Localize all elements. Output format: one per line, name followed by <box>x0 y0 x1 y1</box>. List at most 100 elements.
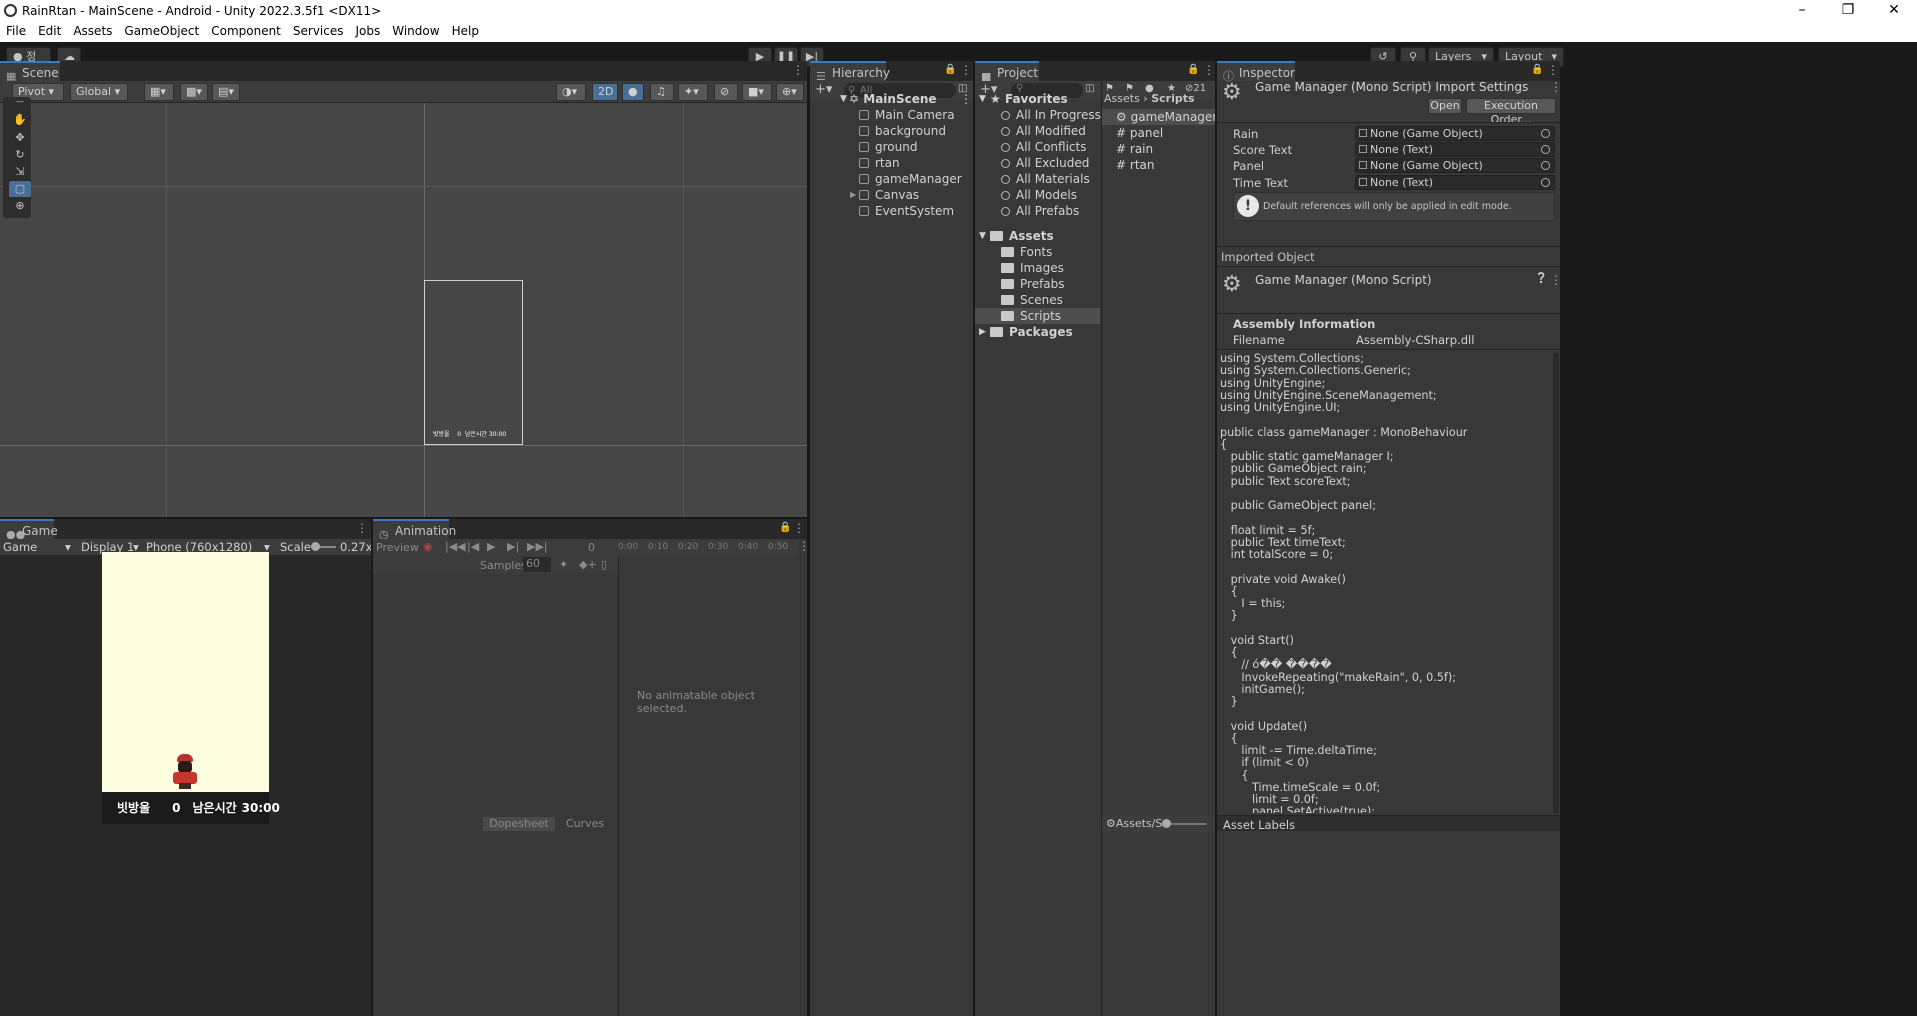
folder-item[interactable]: Images <box>975 260 1100 276</box>
samples-field[interactable]: 60 <box>523 557 551 572</box>
prev-key-icon[interactable]: |◀ <box>467 540 479 553</box>
transform-tool-icon[interactable]: ⊕ <box>9 198 31 214</box>
menu-services[interactable]: Services <box>287 22 350 38</box>
folder-item[interactable]: Prefabs <box>975 276 1100 292</box>
scale-slider-thumb[interactable] <box>311 542 320 551</box>
favorite-item[interactable]: All Excluded <box>975 155 1100 171</box>
rotate-tool-icon[interactable]: ↻ <box>9 147 31 163</box>
move-tool-icon[interactable]: ✥ <box>9 130 31 146</box>
drag-handle-icon[interactable]: — <box>9 98 31 106</box>
hierarchy-item[interactable]: ground <box>810 139 973 155</box>
lock-icon[interactable]: 🔒 <box>1187 64 1199 75</box>
lock-icon[interactable]: 🔒 <box>1531 64 1543 75</box>
file-item-selected[interactable]: ⚙ gameManager <box>1102 109 1215 125</box>
tab-animation[interactable]: ◷ Animation <box>373 519 456 541</box>
more-options-icon[interactable]: ⋮ <box>798 539 807 553</box>
hand-tool-icon[interactable]: ✋ <box>9 112 31 128</box>
event-marker-icon[interactable]: ▯ <box>601 558 607 571</box>
timeline-ruler[interactable]: 0:00 0:10 0:20 0:30 0:40 0:50 <box>618 539 798 556</box>
grid-snap-button[interactable]: ▦▾ <box>144 83 174 101</box>
more-options-icon[interactable]: ⋮ <box>1547 63 1559 77</box>
rect-tool-icon[interactable]: ▢ <box>9 181 31 197</box>
favorite-item[interactable]: All Prefabs <box>975 203 1100 219</box>
execution-order-button[interactable]: Execution Order... <box>1466 98 1556 126</box>
lock-icon[interactable]: 🔒 <box>779 522 791 533</box>
asset-labels-header[interactable]: Asset Labels <box>1223 818 1295 832</box>
tab-scene[interactable]: ▦ Scene <box>0 61 60 83</box>
file-item[interactable]: # rain <box>1102 141 1215 157</box>
more-options-icon[interactable]: ⋮ <box>792 63 804 77</box>
menu-window[interactable]: Window <box>386 22 445 38</box>
folder-item[interactable]: Scenes <box>975 292 1100 308</box>
more-options-icon[interactable]: ⋮ <box>1550 273 1562 287</box>
breadcrumb-root[interactable]: Assets <box>1104 92 1140 105</box>
favorite-item[interactable]: All Modified <box>975 123 1100 139</box>
visibility-toggle[interactable]: ⊘ <box>714 83 738 101</box>
help-icon[interactable]: ❔ <box>1535 273 1547 284</box>
first-key-icon[interactable]: |◀◀ <box>445 540 466 553</box>
play-icon[interactable]: ▶ <box>487 540 495 553</box>
favorite-item[interactable]: All In Progress <box>975 107 1101 123</box>
open-button[interactable]: Open <box>1428 98 1462 114</box>
folder-item[interactable]: Fonts <box>975 244 1100 260</box>
increment-snap-button[interactable]: ▩▾ <box>180 83 208 101</box>
scale-tool-icon[interactable]: ⇲ <box>9 164 31 180</box>
more-options-icon[interactable]: ⋮ <box>960 63 972 77</box>
menu-component[interactable]: Component <box>205 22 287 38</box>
canvas-outline[interactable]: 빗방울 0 남은시간 30:00 <box>424 280 523 445</box>
favorites-row[interactable]: ▼ ★ Favorites <box>975 91 1100 107</box>
favorite-item[interactable]: All Models <box>975 187 1100 203</box>
lock-icon[interactable]: 🔒 <box>944 64 956 75</box>
align-button[interactable]: ▤▾ <box>212 83 240 101</box>
menu-gameobject[interactable]: GameObject <box>118 22 205 38</box>
close-button[interactable]: ✕ <box>1872 0 1916 22</box>
menu-edit[interactable]: Edit <box>32 22 67 38</box>
preview-toggle[interactable]: Preview <box>376 541 419 554</box>
record-icon[interactable]: ◉ <box>423 540 433 553</box>
hierarchy-item[interactable]: Main Camera <box>810 107 973 123</box>
file-item[interactable]: # rtan <box>1102 157 1215 173</box>
more-options-icon[interactable]: ⋮ <box>960 91 972 107</box>
more-options-icon[interactable]: ⋮ <box>1550 80 1562 94</box>
tab-project[interactable]: ■ Project <box>975 61 1039 83</box>
object-picker-icon[interactable] <box>1541 178 1550 187</box>
hierarchy-item[interactable]: background <box>810 123 973 139</box>
hierarchy-item[interactable]: rtan <box>810 155 973 171</box>
time-text-field[interactable]: None (Text) <box>1355 175 1555 190</box>
favorite-item[interactable]: All Materials <box>975 171 1100 187</box>
menu-file[interactable]: File <box>0 22 32 38</box>
gizmos-dropdown[interactable]: ⊕▾ <box>776 83 804 101</box>
inspector-scrollbar[interactable] <box>1553 353 1559 813</box>
chevron-right-icon[interactable]: ▶ <box>850 187 856 203</box>
frame-field[interactable]: 0 <box>588 541 595 554</box>
tab-game[interactable]: ●● Game <box>0 519 58 541</box>
maximize-button[interactable]: ❐ <box>1826 0 1870 22</box>
hierarchy-item[interactable]: EventSystem <box>810 203 973 219</box>
game-mode-dropdown[interactable]: Game ▾ <box>3 540 73 554</box>
tab-inspector[interactable]: ⓘ Inspector <box>1217 61 1295 83</box>
file-item[interactable]: # panel <box>1102 125 1215 141</box>
more-options-icon[interactable]: ⋮ <box>1203 63 1215 77</box>
menu-assets[interactable]: Assets <box>67 22 118 38</box>
tab-hierarchy[interactable]: ☰ Hierarchy <box>810 61 890 83</box>
object-picker-icon[interactable] <box>1541 145 1550 154</box>
panel-object-field[interactable]: None (Game Object) <box>1355 158 1555 173</box>
object-picker-icon[interactable] <box>1541 161 1550 170</box>
camera-dropdown[interactable]: ■▾ <box>742 83 772 101</box>
scene-row[interactable]: ▼ ✡ MainScene ⋮ <box>810 91 973 107</box>
effects-toggle[interactable]: ✦▾ <box>678 83 708 101</box>
lighting-toggle[interactable]: ● <box>622 83 644 101</box>
hierarchy-item[interactable]: gameManager <box>810 171 973 187</box>
last-key-icon[interactable]: ▶▶| <box>527 540 548 553</box>
packages-row[interactable]: ▶ Packages <box>975 324 1100 340</box>
add-keyframe-icon[interactable]: ✦ <box>559 558 568 571</box>
dopesheet-tab[interactable]: Dopesheet <box>483 817 555 831</box>
menu-help[interactable]: Help <box>446 22 485 38</box>
curves-tab[interactable]: Curves <box>563 817 607 831</box>
hierarchy-item[interactable]: ▶ Canvas <box>810 187 973 203</box>
audio-toggle[interactable]: ♫ <box>650 83 674 101</box>
next-key-icon[interactable]: ▶| <box>507 540 519 553</box>
more-options-icon[interactable]: ⋮ <box>356 521 368 535</box>
assets-row[interactable]: ▼ Assets <box>975 228 1100 244</box>
menu-jobs[interactable]: Jobs <box>350 22 387 38</box>
